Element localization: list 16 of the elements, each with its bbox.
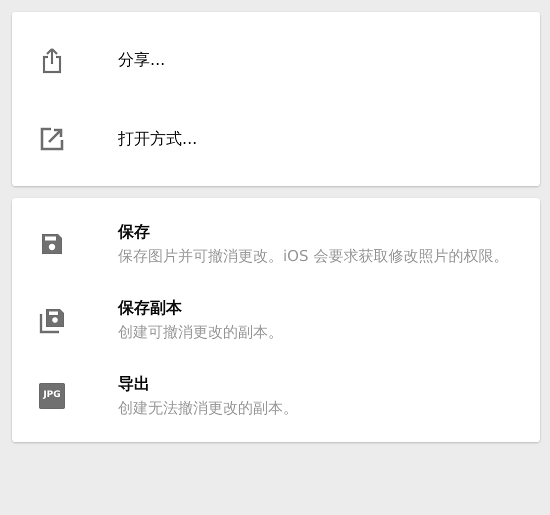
menu-item[interactable]: 分享... xyxy=(12,20,540,99)
item-title: 分享... xyxy=(118,48,166,70)
save-copy-icon xyxy=(38,306,66,334)
jpg-file-icon: JPG xyxy=(39,383,65,409)
item-title: 导出 xyxy=(118,373,151,395)
item-description: 保存图片并可撤消更改。iOS 会要求获取修改照片的权限。 xyxy=(118,246,508,267)
item-title: 打开方式... xyxy=(118,128,198,150)
item-description: 创建可撤消更改的副本。 xyxy=(118,322,283,343)
menu-item[interactable]: 打开方式... xyxy=(12,99,540,178)
menu-item[interactable]: 保存副本 创建可撤消更改的副本。 xyxy=(12,282,540,358)
menu-item[interactable]: 保存 保存图片并可撤消更改。iOS 会要求获取修改照片的权限。 xyxy=(12,206,540,282)
item-title: 保存 xyxy=(118,221,151,243)
item-title: 保存副本 xyxy=(118,297,183,319)
item-description: 创建无法撤消更改的副本。 xyxy=(118,398,298,419)
open-in-icon xyxy=(38,124,66,152)
menu-item[interactable]: JPG 导出 创建无法撤消更改的副本。 xyxy=(12,358,540,434)
